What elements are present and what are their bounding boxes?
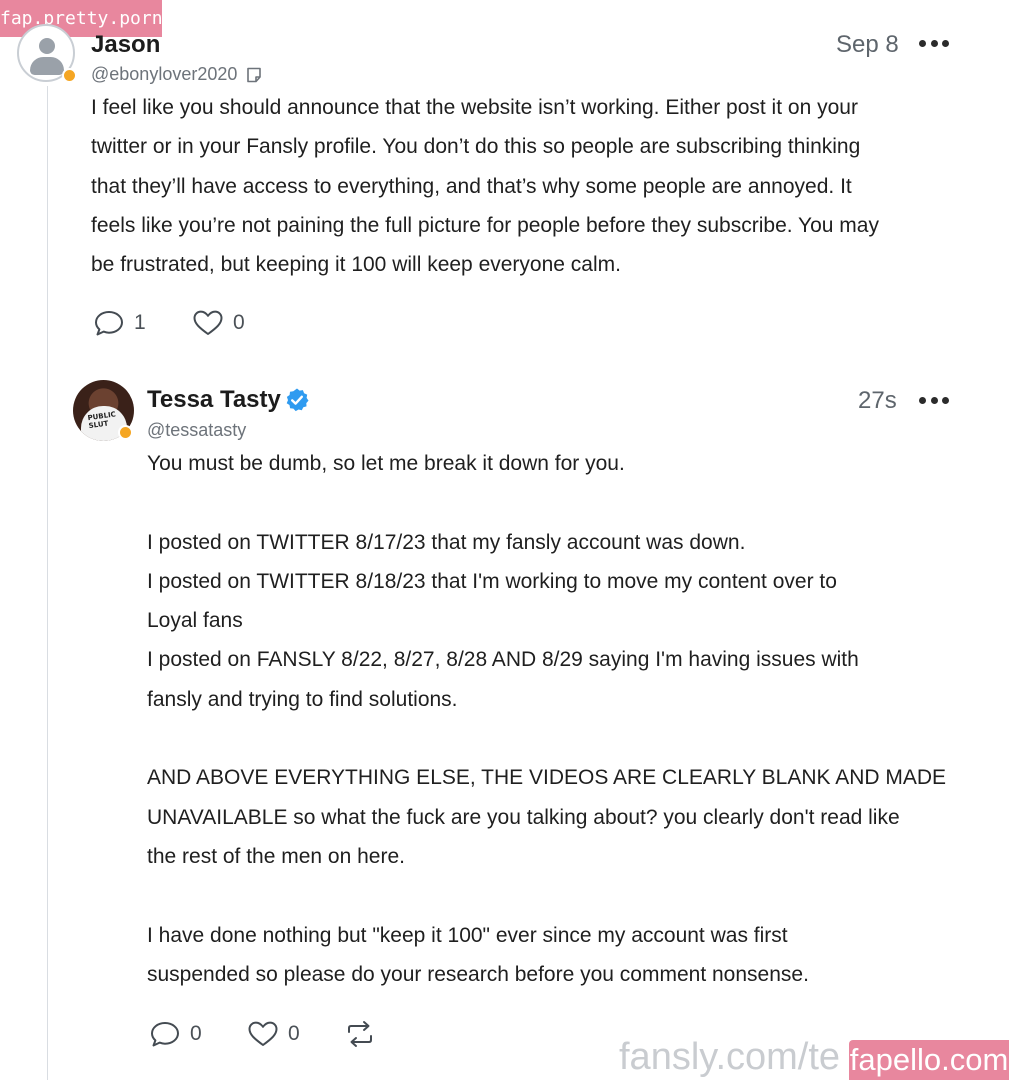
thread-line [47,86,48,1080]
jason-timestamp[interactable]: Sep 8 [836,31,899,59]
more-dot [930,396,938,404]
jason-like-count: 0 [233,311,245,334]
tessa-like-action[interactable]: 0 [247,1020,300,1048]
more-icon[interactable] [919,33,949,53]
tessa-like-count: 0 [288,1022,300,1045]
tessa-reply-action[interactable]: 0 [149,1020,202,1048]
jason-handle[interactable]: @ebonylover2020 [91,64,237,85]
jason-reply-action[interactable]: 1 [93,309,146,337]
page: fap.pretty.porn Jason @ebonylover2020 Se… [0,0,1009,1080]
more-dot [942,39,949,47]
jason-post-text: I feel like you should announce that the… [91,88,991,284]
jason-reply-count: 1 [134,311,146,334]
more-dot [919,39,926,47]
avatar-head [39,38,55,54]
text-line: fansly and trying to find solutions. [147,687,458,711]
jason-status-dot [62,68,77,83]
text-line: UNAVAILABLE so what the fuck are you tal… [147,805,900,829]
avatar-body [30,57,64,75]
text-line: I posted on FANSLY 8/22, 8/27, 8/28 AND … [147,648,859,672]
bottom-badge-watermark: fapello.com [849,1040,1009,1080]
more-dot [942,396,949,404]
tessa-reply-count: 0 [190,1022,202,1045]
text-line: Loyal fans [147,609,243,633]
text-line: You must be dumb, so let me break it dow… [147,452,625,475]
jason-like-action[interactable]: 0 [192,309,245,337]
tessa-timestamp[interactable]: 27s [858,387,897,415]
more-icon[interactable] [919,390,949,410]
tessa-handle[interactable]: @tessatasty [147,420,246,441]
tessa-repost-action[interactable] [343,1020,377,1048]
comment-icon [151,1022,179,1047]
tessa-reply-text: You must be dumb, so let me break it dow… [147,444,997,994]
tessa-author-name[interactable]: Tessa Tasty [147,386,281,414]
verified-badge-icon [286,388,309,412]
heart-icon [248,1021,278,1046]
text-line: I have done nothing but "keep it 100" ev… [147,923,788,947]
text-line: suspended so please do your research bef… [147,962,809,986]
note-icon[interactable] [245,66,263,84]
jason-author-name[interactable]: Jason [91,31,160,59]
text-line: I feel like you should announce that the… [91,96,858,119]
text-line: AND ABOVE EVERYTHING ELSE, THE VIDEOS AR… [147,766,947,790]
more-dot [919,396,926,404]
tessa-status-dot [118,425,133,440]
jason-handle-row: @ebonylover2020 [91,64,263,85]
bottom-url-watermark: fansly.com/te [619,1036,841,1078]
more-dot [930,39,938,47]
text-line: be frustrated, but keeping it 100 will k… [91,253,621,277]
text-line: twitter or in your Fansly profile. You d… [91,135,861,159]
text-line: I posted on TWITTER 8/17/23 that my fans… [147,530,746,554]
repost-icon [348,1021,372,1047]
text-line: feels like you’re not paining the full p… [91,213,879,237]
text-line: the rest of the men on here. [147,844,405,868]
comment-icon [95,311,123,336]
heart-icon [193,310,223,335]
text-line: that they’ll have access to everything, … [91,174,852,198]
text-line: I posted on TWITTER 8/18/23 that I'm wor… [147,569,837,593]
